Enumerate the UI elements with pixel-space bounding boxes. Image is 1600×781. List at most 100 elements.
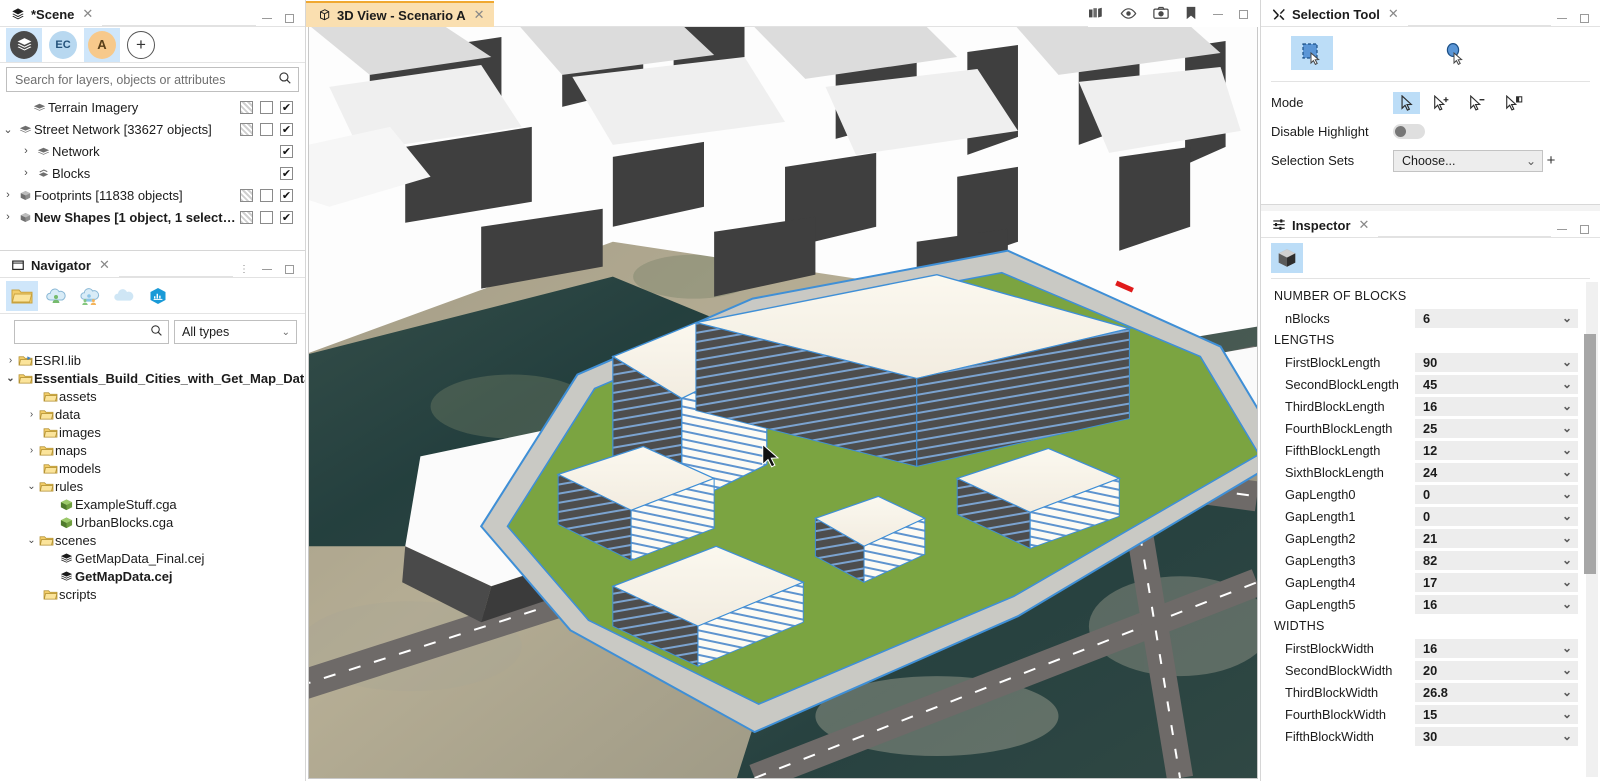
maximize-icon[interactable]	[1580, 14, 1589, 23]
attribute-row-secondblocklength[interactable]: SecondBlockLength 45⌄	[1261, 373, 1600, 395]
minimize-icon[interactable]	[1213, 14, 1223, 15]
tree-item-assets[interactable]: assets	[0, 387, 305, 405]
attribute-row-nblocks[interactable]: nBlocks 6 ⌄	[1261, 307, 1600, 329]
minimize-icon[interactable]	[1557, 229, 1567, 230]
attribute-value-field[interactable]: 16⌄	[1415, 397, 1578, 416]
attribute-value-field[interactable]: 30⌄	[1415, 727, 1578, 746]
tab-scene[interactable]: *Scene ✕	[0, 0, 102, 26]
attribute-row-gaplength2[interactable]: GapLength2 21⌄	[1261, 527, 1600, 549]
maximize-icon[interactable]	[1580, 225, 1589, 234]
attribute-row-secondblockwidth[interactable]: SecondBlockWidth 20⌄	[1261, 659, 1600, 681]
lock-checkbox[interactable]	[240, 123, 253, 136]
tree-item-getmapdata-final-cej[interactable]: GetMapData_Final.cej	[0, 549, 305, 567]
attribute-value-field[interactable]: 25⌄	[1415, 419, 1578, 438]
attribute-row-gaplength4[interactable]: GapLength4 17⌄	[1261, 571, 1600, 593]
layer-row-terrain-imagery[interactable]: Terrain Imagery ✔	[0, 96, 305, 118]
attribute-value-field[interactable]: 26.8⌄	[1415, 683, 1578, 702]
maximize-icon[interactable]	[1239, 10, 1248, 19]
tab-selection-tool[interactable]: Selection Tool ✕	[1261, 0, 1408, 26]
expand-icon[interactable]: ›	[4, 355, 17, 366]
attribute-row-gaplength5[interactable]: GapLength5 16⌄	[1261, 593, 1600, 615]
select-add-button[interactable]	[1429, 92, 1456, 114]
expand-icon[interactable]: ›	[25, 445, 38, 456]
close-icon[interactable]: ✕	[82, 6, 93, 22]
minimize-icon[interactable]	[1557, 18, 1567, 19]
type-filter-select[interactable]: All types ⌄	[174, 320, 297, 344]
attribute-value-field[interactable]: 82⌄	[1415, 551, 1578, 570]
collapse-icon[interactable]: ⌄	[25, 481, 38, 492]
attribute-row-gaplength3[interactable]: GapLength3 82⌄	[1261, 549, 1600, 571]
search-input[interactable]	[13, 72, 278, 88]
attribute-value-field[interactable]: 24⌄	[1415, 463, 1578, 482]
tree-item-rules[interactable]: ⌄ rules	[0, 477, 305, 495]
lasso-select-button[interactable]	[1434, 36, 1476, 70]
tree-item-maps[interactable]: › maps	[0, 441, 305, 459]
wireframe-checkbox[interactable]	[260, 101, 273, 114]
attribute-row-fifthblocklength[interactable]: FifthBlockLength 12⌄	[1261, 439, 1600, 461]
visible-checkbox[interactable]: ✔	[280, 123, 293, 136]
layer-row-new-shapes[interactable]: › New Shapes [1 object, 1 selected] ✔	[0, 206, 305, 228]
tree-item-esri-lib[interactable]: › ESRI.lib	[0, 351, 305, 369]
visible-checkbox[interactable]: ✔	[280, 145, 293, 158]
attribute-row-firstblockwidth[interactable]: FirstBlockWidth 16⌄	[1261, 637, 1600, 659]
eye-icon[interactable]	[1120, 7, 1137, 23]
disable-highlight-toggle[interactable]	[1393, 124, 1425, 139]
layers-icon[interactable]	[1088, 6, 1104, 23]
attribute-value-field[interactable]: 21⌄	[1415, 529, 1578, 548]
maximize-icon[interactable]	[285, 265, 294, 274]
minimize-icon[interactable]	[262, 18, 272, 19]
tree-item-data[interactable]: › data	[0, 405, 305, 423]
search-icon[interactable]	[150, 324, 163, 340]
select-toggle-button[interactable]	[1501, 92, 1528, 114]
attribute-row-fourthblocklength[interactable]: FourthBlockLength 25⌄	[1261, 417, 1600, 439]
visible-checkbox[interactable]: ✔	[280, 189, 293, 202]
minimize-icon[interactable]	[262, 269, 272, 270]
lock-checkbox[interactable]	[240, 101, 253, 114]
attribute-value-field[interactable]: 17⌄	[1415, 573, 1578, 592]
layers-button[interactable]	[6, 28, 42, 62]
attribute-value-field[interactable]: 90⌄	[1415, 353, 1578, 372]
close-icon[interactable]: ✕	[1388, 6, 1399, 22]
tree-item-images[interactable]: images	[0, 423, 305, 441]
close-icon[interactable]: ✕	[1359, 217, 1370, 233]
visible-checkbox[interactable]: ✔	[280, 101, 293, 114]
tree-item-models[interactable]: models	[0, 459, 305, 477]
attribute-value-field[interactable]: 12⌄	[1415, 441, 1578, 460]
expand-icon[interactable]: ›	[0, 189, 16, 201]
viewport-3d[interactable]	[308, 27, 1258, 779]
attribute-value-field[interactable]: 16⌄	[1415, 639, 1578, 658]
tree-item-essentials-project[interactable]: ⌄ Essentials_Build_Cities_with_Get_Map_D…	[0, 369, 305, 387]
tab-navigator[interactable]: Navigator ✕	[0, 251, 119, 277]
layer-row-blocks[interactable]: › Blocks ✔	[0, 162, 305, 184]
arcgis-online-button[interactable]	[142, 281, 174, 311]
tree-item-getmapdata-cej[interactable]: GetMapData.cej	[0, 567, 305, 585]
visible-checkbox[interactable]: ✔	[280, 211, 293, 224]
attribute-value-field[interactable]: 0⌄	[1415, 485, 1578, 504]
attribute-row-firstblocklength[interactable]: FirstBlockLength 90⌄	[1261, 351, 1600, 373]
add-selection-set-button[interactable]: +	[1543, 152, 1559, 170]
add-scenario-button[interactable]: +	[123, 28, 159, 62]
collapse-icon[interactable]: ⌄	[4, 373, 17, 384]
inspector-scrollbar-track[interactable]	[1586, 282, 1598, 777]
attribute-row-fifthblockwidth[interactable]: FifthBlockWidth 30⌄	[1261, 725, 1600, 747]
layer-row-network[interactable]: › Network ✔	[0, 140, 305, 162]
attribute-row-gaplength0[interactable]: GapLength0 0⌄	[1261, 483, 1600, 505]
select-subtract-button[interactable]	[1465, 92, 1492, 114]
ec-button[interactable]: EC	[45, 28, 81, 62]
select-replace-button[interactable]	[1393, 92, 1420, 114]
navigator-search-field[interactable]	[14, 320, 169, 344]
layer-row-street-network[interactable]: ⌄ Street Network [33627 objects] ✔	[0, 118, 305, 140]
layer-row-footprints[interactable]: › Footprints [11838 objects] ✔	[0, 184, 305, 206]
close-icon[interactable]: ✕	[99, 257, 110, 273]
bookmark-icon[interactable]	[1185, 6, 1197, 23]
expand-icon[interactable]: ›	[18, 167, 34, 179]
tree-item-scenes[interactable]: ⌄ scenes	[0, 531, 305, 549]
collapse-icon[interactable]: ⌄	[25, 535, 38, 546]
attribute-value-field[interactable]: 6 ⌄	[1415, 309, 1578, 328]
tree-item-examplestuff-cga[interactable]: ExampleStuff.cga	[0, 495, 305, 513]
scenario-a-button[interactable]: A	[84, 28, 120, 62]
inspector-scrollbar-thumb[interactable]	[1584, 334, 1596, 574]
attribute-value-field[interactable]: 0⌄	[1415, 507, 1578, 526]
tree-item-scripts[interactable]: scripts	[0, 585, 305, 603]
maximize-icon[interactable]	[285, 14, 294, 23]
